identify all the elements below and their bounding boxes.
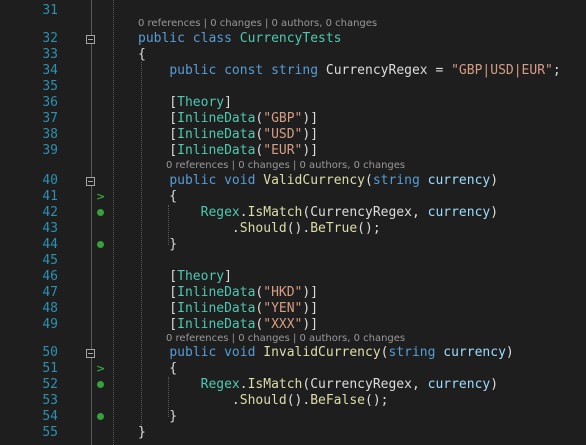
line-number: 47 bbox=[42, 285, 58, 300]
code-line[interactable]: 48 [InlineData("YEN")] bbox=[0, 301, 586, 317]
code-line[interactable]: 43 .Should().BeTrue(); bbox=[0, 221, 586, 237]
code-text: [InlineData("GBP")] bbox=[138, 111, 319, 126]
code-line[interactable]: 44 } bbox=[0, 237, 586, 253]
line-number: 41 bbox=[42, 189, 58, 204]
line-number: 45 bbox=[42, 253, 58, 268]
run-test-icon[interactable]: > bbox=[96, 363, 105, 374]
code-text: .Should().BeTrue(); bbox=[138, 221, 381, 236]
code-line[interactable]: 36 [Theory] bbox=[0, 95, 586, 111]
line-number: 31 bbox=[42, 3, 58, 18]
code-line[interactable]: 51 > { bbox=[0, 361, 586, 377]
code-line[interactable]: 55 } bbox=[0, 425, 586, 441]
code-text: { bbox=[138, 361, 178, 376]
line-number: 36 bbox=[42, 95, 58, 110]
line-number: 54 bbox=[42, 409, 58, 424]
code-text: [InlineData("USD")] bbox=[138, 127, 319, 142]
code-line[interactable]: 50 public void InvalidCurrency(string cu… bbox=[0, 345, 586, 361]
line-number: 35 bbox=[42, 79, 58, 94]
collapse-icon[interactable] bbox=[86, 177, 95, 186]
code-text: Regex.IsMatch(CurrencyRegex, currency) bbox=[200, 377, 499, 392]
code-text: public const string CurrencyRegex = "GBP… bbox=[169, 63, 561, 78]
line-number: 46 bbox=[42, 269, 58, 284]
test-passed-icon[interactable] bbox=[97, 209, 104, 216]
code-text: public void ValidCurrency(string currenc… bbox=[169, 173, 499, 188]
code-text: [InlineData("EUR")] bbox=[138, 143, 319, 158]
code-line[interactable]: 38 [InlineData("USD")] bbox=[0, 127, 586, 143]
code-line[interactable]: 54 } bbox=[0, 409, 586, 425]
test-passed-icon[interactable] bbox=[97, 381, 104, 388]
code-line[interactable]: 45 bbox=[0, 253, 586, 269]
code-editor[interactable]: 31 0 references | 0 changes | 0 authors,… bbox=[0, 0, 586, 445]
line-number: 49 bbox=[42, 317, 58, 332]
line-number: 53 bbox=[42, 393, 58, 408]
code-text: Regex.IsMatch(CurrencyRegex, currency) bbox=[200, 205, 499, 220]
line-number: 38 bbox=[42, 127, 58, 142]
run-test-icon[interactable]: > bbox=[96, 191, 105, 202]
collapse-icon[interactable] bbox=[86, 349, 95, 358]
code-text: [InlineData("XXX")] bbox=[138, 317, 319, 332]
line-number: 37 bbox=[42, 111, 58, 126]
code-line[interactable]: 53 .Should().BeFalse(); bbox=[0, 393, 586, 409]
code-line[interactable]: 46 [Theory] bbox=[0, 269, 586, 285]
codelens-class[interactable]: 0 references | 0 changes | 0 authors, 0 … bbox=[138, 17, 377, 31]
code-text: .Should().BeFalse(); bbox=[138, 393, 389, 408]
line-number: 39 bbox=[42, 143, 58, 158]
codelens-valid-currency[interactable]: 0 references | 0 changes | 0 authors, 0 … bbox=[166, 159, 405, 173]
code-text: } bbox=[138, 237, 178, 252]
line-number: 52 bbox=[42, 377, 58, 392]
code-line[interactable]: 35 bbox=[0, 79, 586, 95]
code-line[interactable]: 47 [InlineData("HKD")] bbox=[0, 285, 586, 301]
code-line[interactable]: 33 { bbox=[0, 47, 586, 63]
code-line[interactable]: 37 [InlineData("GBP")] bbox=[0, 111, 586, 127]
code-line[interactable]: 34 public const string CurrencyRegex = "… bbox=[0, 63, 586, 79]
test-passed-icon[interactable] bbox=[97, 241, 104, 248]
collapse-icon[interactable] bbox=[86, 35, 95, 44]
line-number: 48 bbox=[42, 301, 58, 316]
code-line[interactable]: 39 [InlineData("EUR")] bbox=[0, 143, 586, 159]
code-text: { bbox=[138, 189, 178, 204]
line-number: 32 bbox=[42, 31, 58, 46]
code-line[interactable]: 52 Regex.IsMatch(CurrencyRegex, currency… bbox=[0, 377, 586, 393]
code-line[interactable]: 49 [InlineData("XXX")] bbox=[0, 317, 586, 333]
code-line[interactable]: 32 public class CurrencyTests bbox=[0, 31, 586, 47]
code-text: [Theory] bbox=[138, 269, 232, 284]
code-text: { bbox=[138, 47, 146, 62]
codelens-invalid-currency[interactable]: 0 references | 0 changes | 0 authors, 0 … bbox=[166, 332, 405, 346]
code-text: public class CurrencyTests bbox=[138, 31, 342, 46]
code-line[interactable]: 41 > { bbox=[0, 189, 586, 205]
code-text: } bbox=[138, 425, 146, 440]
test-passed-icon[interactable] bbox=[97, 413, 104, 420]
line-number: 44 bbox=[42, 237, 58, 252]
line-number: 42 bbox=[42, 205, 58, 220]
code-text: [Theory] bbox=[138, 95, 232, 110]
line-number: 34 bbox=[42, 63, 58, 78]
line-number: 55 bbox=[42, 425, 58, 440]
line-number: 43 bbox=[42, 221, 58, 236]
line-number: 33 bbox=[42, 47, 58, 62]
line-number: 40 bbox=[42, 173, 58, 188]
code-text: [InlineData("YEN")] bbox=[138, 301, 319, 316]
code-text: public void InvalidCurrency(string curre… bbox=[169, 345, 514, 360]
line-number: 51 bbox=[42, 361, 58, 376]
code-line[interactable]: 40 public void ValidCurrency(string curr… bbox=[0, 173, 586, 189]
code-text: [InlineData("HKD")] bbox=[138, 285, 319, 300]
code-text: } bbox=[138, 409, 178, 424]
line-number: 50 bbox=[42, 345, 58, 360]
code-line[interactable]: 42 Regex.IsMatch(CurrencyRegex, currency… bbox=[0, 205, 586, 221]
